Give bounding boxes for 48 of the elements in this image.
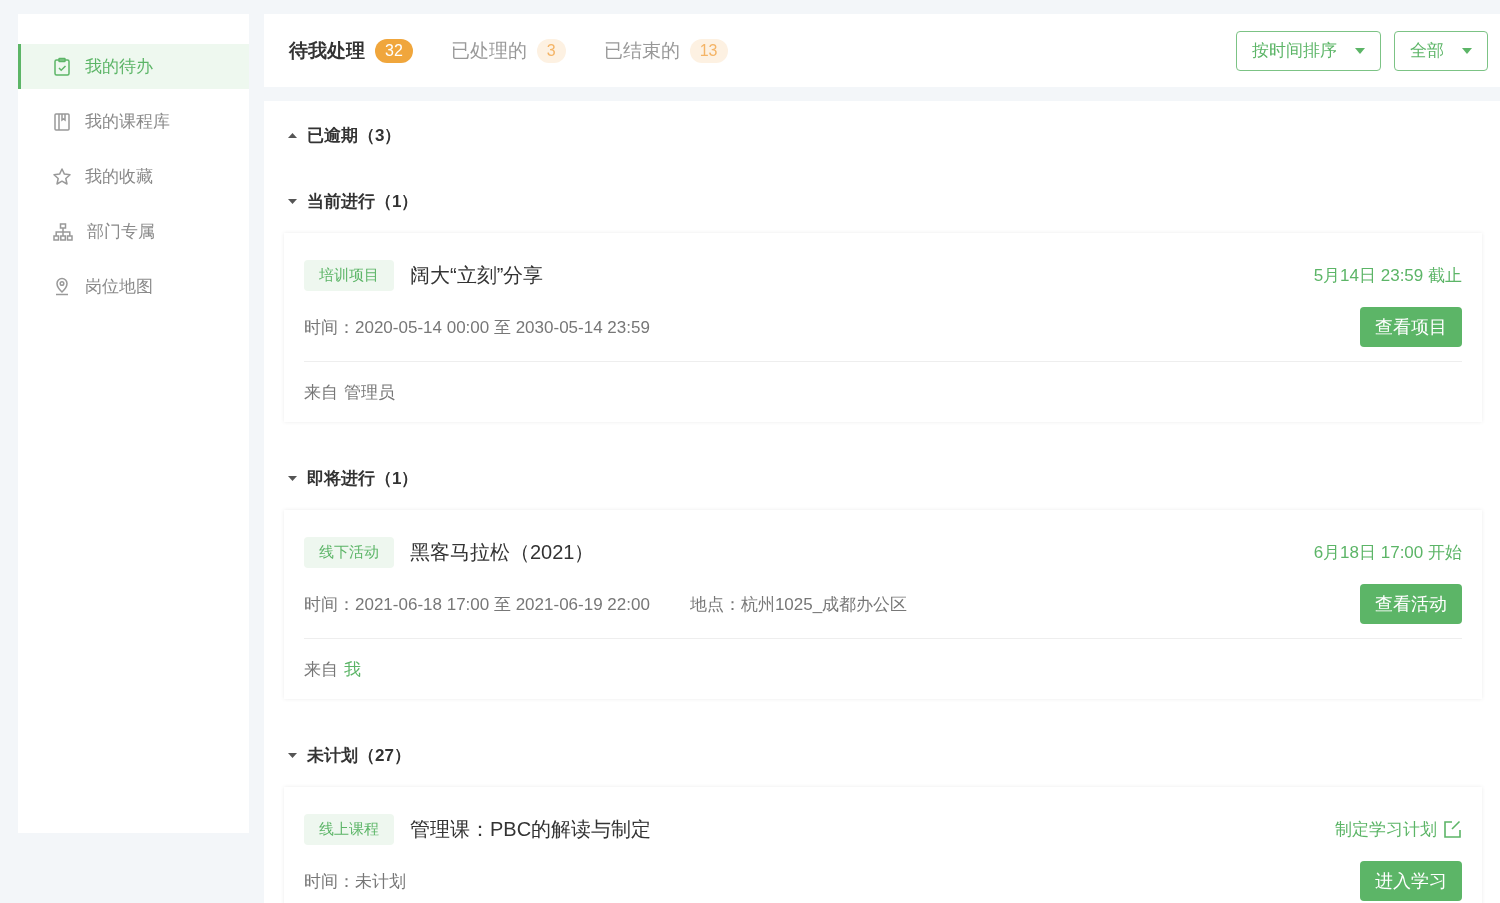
plan-link[interactable]: 制定学习计划 — [1335, 817, 1437, 841]
count-badge: 3 — [536, 38, 566, 63]
count-badge: 13 — [689, 38, 728, 63]
caret-down-icon — [288, 752, 297, 758]
tab[interactable]: 已结束的 13 — [603, 37, 728, 64]
sidebar-item[interactable]: 部门专属 — [18, 209, 249, 254]
filter-dropdown[interactable]: 按时间排序 — [1236, 30, 1381, 71]
location-text: 地点：杭州1025_成都办公区 — [689, 593, 908, 616]
count-badge: 32 — [375, 38, 413, 63]
deadline-text: 6月18日 17:00 开始 — [1313, 541, 1462, 564]
org-chart-icon — [52, 221, 74, 242]
caret-up-icon — [288, 132, 297, 138]
sidebar-item[interactable]: 我的待办 — [18, 44, 249, 89]
caret-down-icon — [1462, 47, 1472, 54]
action-button[interactable]: 查看项目 — [1360, 307, 1462, 347]
action-button[interactable]: 进入学习 — [1360, 861, 1462, 901]
filter-dropdown[interactable]: 全部 — [1394, 30, 1488, 71]
action-button[interactable]: 查看活动 — [1360, 584, 1462, 624]
time-range: 时间：2020-05-14 00:00 至 2030-05-14 23:59 — [304, 316, 650, 339]
deadline-text: 5月14日 23:59 截止 — [1313, 264, 1462, 287]
from-label: 来自 — [304, 381, 338, 404]
sidebar-item[interactable]: 我的收藏 — [18, 154, 249, 199]
book-icon — [52, 111, 72, 132]
caret-down-icon — [288, 198, 297, 204]
from-author: 我 — [344, 658, 361, 681]
tab[interactable]: 已处理的 3 — [450, 37, 566, 64]
star-icon — [52, 166, 72, 187]
section-header[interactable]: 当前进行（1） — [264, 189, 1500, 213]
category-tag: 线上课程 — [304, 813, 394, 845]
clipboard-check-icon — [52, 56, 72, 77]
card-title: 管理课：PBC的解读与制定 — [410, 816, 653, 842]
edit-icon[interactable] — [1443, 819, 1462, 839]
from-label: 来自 — [304, 658, 338, 681]
category-tag: 培训项目 — [304, 259, 394, 291]
section-header[interactable]: 未计划（27） — [264, 743, 1500, 767]
section-header[interactable]: 即将进行（1） — [264, 466, 1500, 490]
time-range: 时间：未计划 — [304, 870, 406, 893]
tab[interactable]: 待我处理 32 — [289, 37, 413, 64]
card-title: 阔大“立刻”分享 — [410, 262, 545, 288]
sidebar-item[interactable]: 我的课程库 — [18, 99, 249, 144]
time-range: 时间：2021-06-18 17:00 至 2021-06-19 22:00 — [304, 593, 650, 616]
card-title: 黑客马拉松（2021） — [410, 539, 596, 565]
section-header[interactable]: 已逾期（3） — [264, 123, 1500, 147]
category-tag: 线下活动 — [304, 536, 394, 568]
from-author: 管理员 — [344, 381, 395, 404]
caret-down-icon — [1355, 47, 1365, 54]
caret-down-icon — [288, 475, 297, 481]
sidebar-item[interactable]: 岗位地图 — [18, 264, 249, 309]
